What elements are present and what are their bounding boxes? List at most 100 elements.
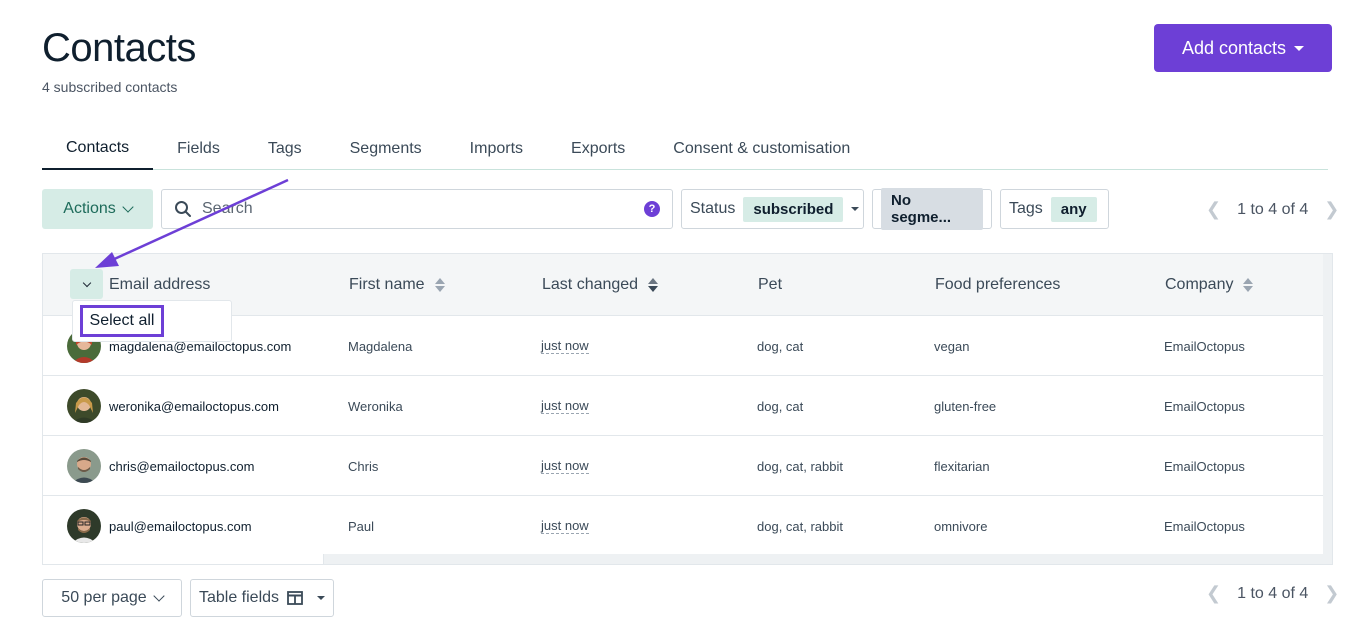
per-page-select[interactable]: 50 per page bbox=[42, 579, 182, 617]
first-name-cell: Chris bbox=[348, 458, 379, 474]
add-contacts-button[interactable]: Add contacts bbox=[1154, 24, 1332, 72]
chevron-down-icon bbox=[82, 278, 91, 287]
last-changed-cell: just now bbox=[541, 436, 589, 496]
last-changed-text: just now bbox=[541, 338, 589, 354]
pet-cell: dog, cat, rabbit bbox=[757, 518, 843, 534]
column-last-changed-label: Last changed bbox=[542, 276, 639, 293]
table-row[interactable]: weronika@emailoctopus.com Weronika just … bbox=[43, 376, 1323, 436]
tab-fields[interactable]: Fields bbox=[153, 128, 244, 170]
actions-label: Actions bbox=[63, 200, 116, 217]
last-changed-cell: just now bbox=[541, 496, 589, 556]
select-all-option[interactable]: Select all bbox=[80, 305, 164, 337]
caret-down-icon bbox=[1294, 45, 1305, 51]
email-cell[interactable]: chris@emailoctopus.com bbox=[67, 436, 254, 496]
tags-filter[interactable]: Tags any bbox=[1000, 189, 1109, 229]
company-cell: EmailOctopus bbox=[1164, 518, 1245, 534]
caret-down-icon bbox=[317, 596, 326, 600]
page-title: Contacts bbox=[42, 26, 196, 70]
tab-exports[interactable]: Exports bbox=[547, 128, 649, 170]
search-icon bbox=[175, 201, 191, 217]
last-changed-cell: just now bbox=[541, 316, 589, 376]
scrollbar-thumb[interactable] bbox=[43, 554, 324, 564]
actions-button[interactable]: Actions bbox=[42, 189, 153, 229]
horizontal-scrollbar[interactable] bbox=[43, 554, 1323, 564]
segment-value: No segme... bbox=[881, 188, 983, 230]
email-text: chris@emailoctopus.com bbox=[109, 458, 255, 474]
column-company[interactable]: Company bbox=[1165, 254, 1254, 316]
last-changed-cell: just now bbox=[541, 376, 589, 436]
sort-icon[interactable] bbox=[434, 278, 445, 292]
pet-cell: dog, cat, rabbit bbox=[757, 458, 843, 474]
add-contacts-label: Add contacts bbox=[1181, 37, 1287, 58]
select-toggle[interactable] bbox=[70, 269, 103, 299]
avatar bbox=[67, 389, 101, 423]
column-food: Food preferences bbox=[935, 254, 1060, 316]
last-changed-text: just now bbox=[541, 518, 589, 534]
company-cell: EmailOctopus bbox=[1164, 398, 1245, 414]
pagination-text: 1 to 4 of 4 bbox=[1237, 200, 1309, 218]
food-cell: omnivore bbox=[934, 518, 988, 534]
column-company-label: Company bbox=[1165, 276, 1234, 293]
table-row[interactable]: chris@emailoctopus.com Chris just now do… bbox=[43, 436, 1323, 496]
chevron-down-icon bbox=[153, 590, 165, 602]
first-name-cell: Weronika bbox=[348, 398, 403, 414]
email-cell[interactable]: paul@emailoctopus.com bbox=[67, 496, 252, 556]
table-row[interactable]: magdalena@emailoctopus.com Magdalena jus… bbox=[43, 316, 1323, 376]
last-changed-text: just now bbox=[541, 398, 589, 414]
tab-bar: Contacts Fields Tags Segments Imports Ex… bbox=[42, 128, 1328, 170]
tab-consent[interactable]: Consent & customisation bbox=[649, 128, 874, 170]
tags-label: Tags bbox=[1009, 200, 1043, 217]
bottom-pagination: ❮ 1 to 4 of 4 ❯ bbox=[1206, 583, 1339, 604]
segment-filter[interactable]: No segme... bbox=[872, 188, 992, 230]
tab-imports[interactable]: Imports bbox=[446, 128, 547, 170]
search-input[interactable] bbox=[202, 200, 634, 218]
column-pet: Pet bbox=[758, 254, 782, 316]
food-cell: gluten-free bbox=[934, 398, 997, 414]
column-email-label: Email address bbox=[109, 276, 211, 293]
subscriber-count: 4 subscribed contacts bbox=[42, 79, 178, 95]
sort-icon[interactable] bbox=[1243, 278, 1254, 292]
column-last-changed[interactable]: Last changed bbox=[542, 254, 659, 316]
caret-down-icon bbox=[851, 207, 860, 211]
tab-contacts[interactable]: Contacts bbox=[42, 128, 154, 170]
help-icon[interactable]: ? bbox=[644, 201, 660, 217]
pet-cell: dog, cat bbox=[757, 338, 804, 354]
avatar bbox=[67, 449, 101, 483]
email-cell[interactable]: weronika@emailoctopus.com bbox=[67, 376, 279, 436]
next-page-icon[interactable]: ❯ bbox=[1324, 199, 1339, 220]
status-value: subscribed bbox=[743, 196, 844, 222]
column-food-label: Food preferences bbox=[935, 276, 1061, 293]
chevron-down-icon bbox=[122, 201, 134, 213]
first-name-cell: Magdalena bbox=[348, 338, 413, 354]
company-cell: EmailOctopus bbox=[1164, 338, 1245, 354]
tab-segments[interactable]: Segments bbox=[326, 128, 446, 170]
tags-value: any bbox=[1050, 196, 1097, 222]
contacts-table: Email address First name Last changed Pe… bbox=[42, 253, 1333, 565]
prev-page-icon[interactable]: ❮ bbox=[1206, 583, 1221, 604]
status-filter[interactable]: Status subscribed bbox=[681, 189, 864, 229]
column-first-name[interactable]: First name bbox=[349, 254, 445, 316]
sort-icon[interactable] bbox=[648, 278, 659, 292]
avatar bbox=[67, 509, 101, 543]
pet-cell: dog, cat bbox=[757, 398, 804, 414]
table-fields-button[interactable]: Table fields bbox=[190, 579, 334, 617]
company-cell: EmailOctopus bbox=[1164, 458, 1245, 474]
last-changed-text: just now bbox=[541, 458, 589, 474]
table-row[interactable]: paul@emailoctopus.com Paul just now dog,… bbox=[43, 496, 1323, 556]
food-cell: vegan bbox=[934, 338, 970, 354]
search-box: ? bbox=[161, 189, 673, 229]
vertical-scrollbar[interactable] bbox=[1323, 254, 1332, 564]
first-name-cell: Paul bbox=[348, 518, 375, 534]
next-page-icon[interactable]: ❯ bbox=[1324, 583, 1339, 604]
status-label: Status bbox=[690, 200, 736, 217]
food-cell: flexitarian bbox=[934, 458, 990, 474]
email-text: paul@emailoctopus.com bbox=[109, 518, 252, 534]
column-first-name-label: First name bbox=[349, 276, 425, 293]
per-page-label: 50 per page bbox=[61, 589, 147, 606]
tab-tags[interactable]: Tags bbox=[244, 128, 326, 170]
pagination-text: 1 to 4 of 4 bbox=[1237, 584, 1309, 602]
email-text: weronika@emailoctopus.com bbox=[109, 398, 279, 414]
table-fields-label: Table fields bbox=[198, 589, 280, 606]
table-header: Email address First name Last changed Pe… bbox=[43, 254, 1323, 316]
prev-page-icon[interactable]: ❮ bbox=[1206, 199, 1221, 220]
